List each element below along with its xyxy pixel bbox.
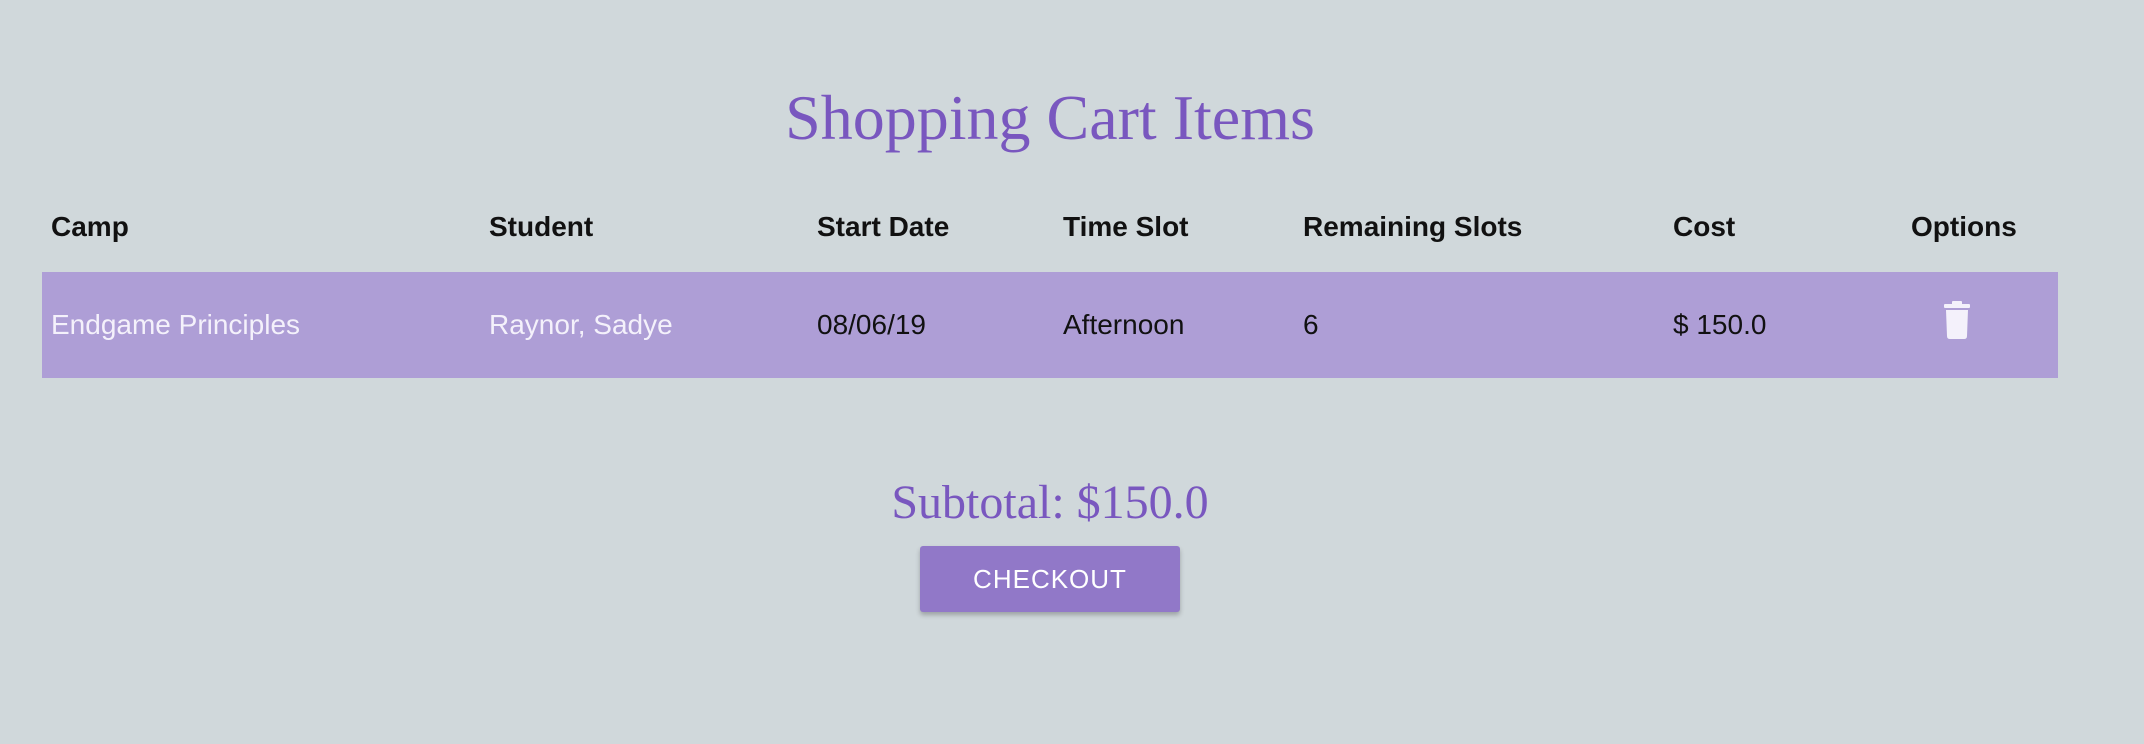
cell-start-date: 08/06/19 — [817, 309, 926, 340]
page-title: Shopping Cart Items — [785, 82, 1315, 153]
cell-time-slot: Afternoon — [1063, 309, 1185, 340]
subtotal-text: Subtotal: $150.0 — [891, 476, 1209, 529]
cell-camp: Endgame Principles — [51, 309, 301, 340]
cart-table: Camp Student Start Date Time Slot Remain… — [42, 194, 2058, 378]
table-header-row: Camp Student Start Date Time Slot Remain… — [42, 194, 2058, 272]
cell-student: Raynor, Sadye — [489, 309, 673, 340]
header-options: Options — [1911, 211, 2017, 242]
header-start-date: Start Date — [817, 211, 950, 242]
header-camp: Camp — [51, 211, 129, 242]
header-student: Student — [489, 211, 594, 242]
table-row: Endgame Principles Raynor, Sadye 08/06/1… — [42, 272, 2058, 378]
header-remaining-slots: Remaining Slots — [1303, 211, 1523, 242]
header-time-slot: Time Slot — [1063, 211, 1189, 242]
delete-item-button[interactable] — [1942, 300, 1972, 340]
header-cost: Cost — [1673, 211, 1736, 242]
cell-cost: $ 150.0 — [1673, 309, 1767, 340]
cell-remaining-slots: 6 — [1303, 309, 1319, 340]
checkout-button[interactable]: CHECKOUT — [920, 546, 1180, 612]
trash-icon[interactable] — [1942, 300, 1972, 340]
